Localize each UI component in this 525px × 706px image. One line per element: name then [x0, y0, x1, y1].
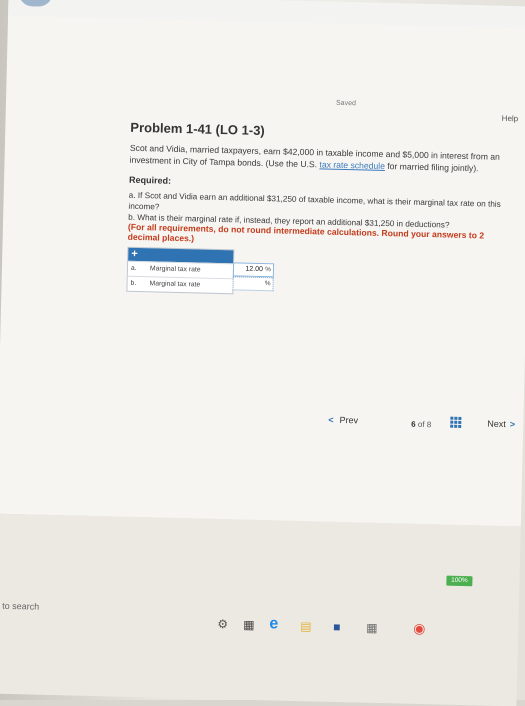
plus-icon[interactable]: + — [131, 248, 138, 260]
monitor-screen: Saved Help Problem 1-41 (LO 1-3) Scot an… — [0, 0, 525, 706]
row-index: a. — [130, 264, 137, 272]
answer-value-a: 12.00 — [245, 265, 264, 274]
prev-button[interactable]: < Prev — [328, 415, 358, 426]
task-view-icon[interactable]: ▦ — [243, 618, 255, 632]
row-index: b. — [130, 279, 137, 287]
taskbar-search[interactable]: ne to search — [0, 600, 39, 611]
taskbar: ne to search ⚙ ▦ e ▤ ■ ▦ ◉ — [0, 513, 521, 706]
total-pages: 8 — [426, 420, 432, 430]
store-icon[interactable]: ▦ — [366, 621, 378, 635]
page-of: of — [417, 419, 425, 430]
answer-input-b[interactable]: % — [232, 276, 274, 292]
page-indicator: 6 of 8 — [411, 420, 431, 429]
chrome-icon[interactable]: ◉ — [413, 620, 426, 637]
chevron-left-icon: < — [328, 414, 334, 425]
edge-browser-icon[interactable]: e — [269, 615, 278, 633]
logo-icon — [18, 0, 53, 7]
row-label: Marginal tax rate — [149, 265, 201, 274]
file-explorer-icon[interactable]: ▤ — [300, 619, 312, 633]
help-link[interactable]: Help — [502, 114, 519, 123]
percent-unit-b: % — [264, 280, 271, 288]
mic-icon[interactable]: ⚙ — [217, 617, 228, 631]
answer-table: + a. Marginal tax rate b. Marginal tax r… — [126, 246, 235, 295]
saved-status: Saved — [335, 99, 356, 108]
grid-view-icon[interactable] — [450, 416, 462, 428]
battery-badge: 100% — [446, 575, 473, 587]
prev-label: Prev — [339, 414, 359, 426]
row-label: Marginal tax rate — [149, 280, 201, 289]
table-row: b. Marginal tax rate — [127, 275, 233, 294]
current-page: 6 — [411, 419, 416, 429]
answer-input-a[interactable]: 12.00 % — [232, 262, 275, 278]
word-icon[interactable]: ■ — [333, 620, 341, 634]
next-label: Next — [487, 418, 506, 430]
chevron-right-icon: > — [509, 419, 516, 430]
percent-unit-a: % — [265, 266, 272, 274]
next-button[interactable]: Next > — [487, 419, 515, 430]
required-heading: Required: — [128, 174, 172, 186]
tax-rate-schedule-link[interactable]: tax rate schedule — [319, 159, 385, 171]
intro-text-2: for married filing jointly). — [384, 160, 479, 174]
